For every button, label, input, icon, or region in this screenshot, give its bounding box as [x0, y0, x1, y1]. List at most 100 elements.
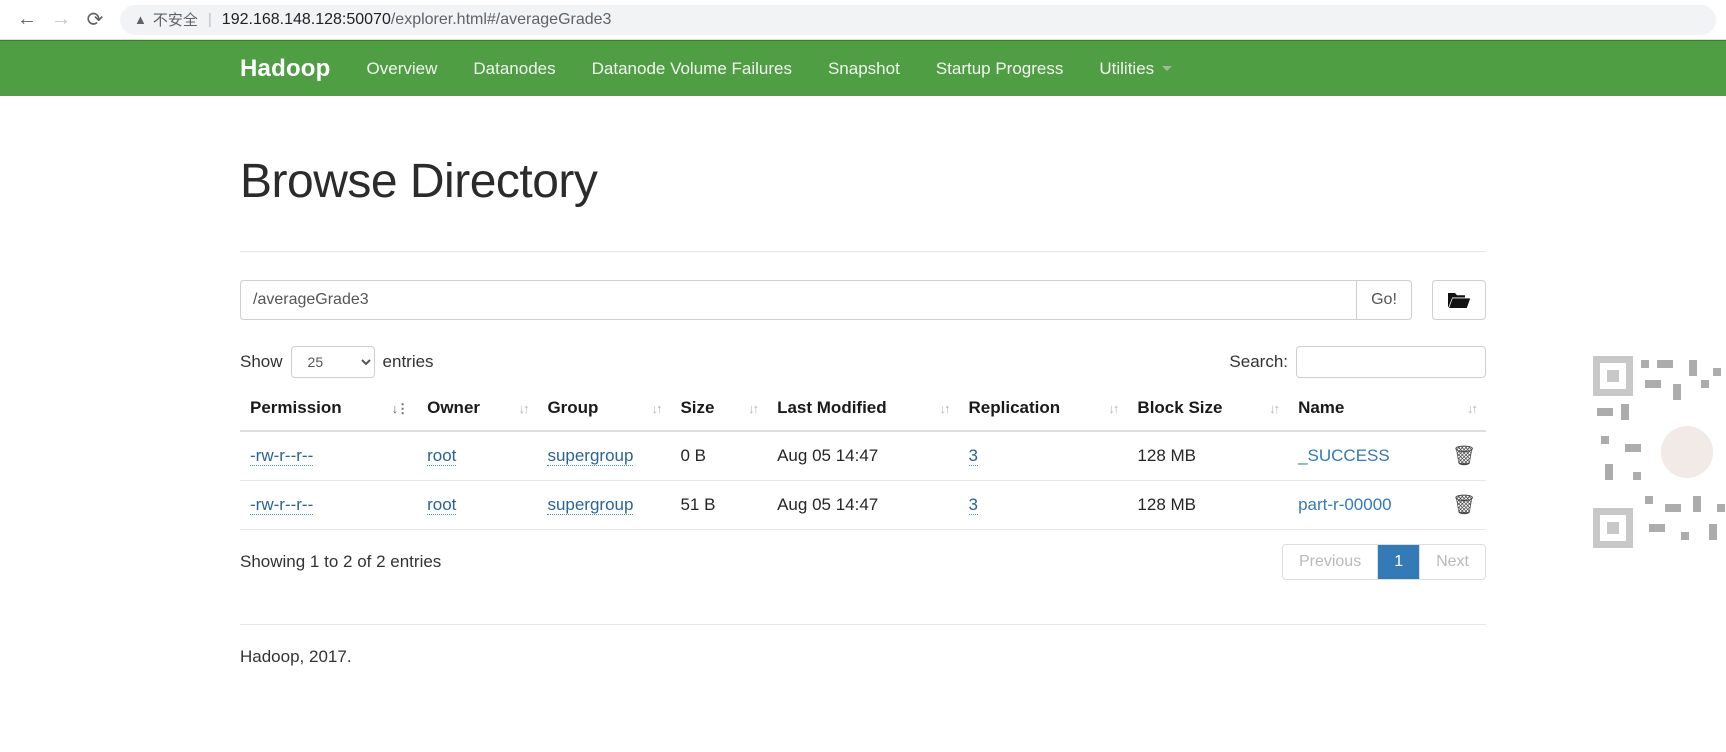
- security-status[interactable]: ▲ 不安全: [134, 9, 198, 30]
- address-bar[interactable]: ▲ 不安全 | 192.168.148.128:50070/explorer.h…: [120, 4, 1716, 35]
- cell-group: supergroup: [537, 431, 671, 481]
- nav-item-overview[interactable]: Overview: [349, 41, 456, 97]
- go-button[interactable]: Go!: [1356, 280, 1412, 320]
- sort-both-icon: ↓↑: [518, 400, 529, 416]
- nav-item-datanode-volume-failures[interactable]: Datanode Volume Failures: [574, 41, 810, 97]
- cell-name: _SUCCESS: [1288, 431, 1431, 481]
- trash-icon[interactable]: 🗑: [1452, 495, 1476, 516]
- trash-icon[interactable]: 🗑: [1452, 446, 1476, 467]
- table-row: -rw-r--r-- root supergroup 51 B Aug 05 1…: [240, 480, 1486, 530]
- path-toolbar: Go!: [240, 280, 1486, 320]
- qr-finder-icon: [1593, 508, 1633, 548]
- security-label: 不安全: [152, 12, 198, 29]
- sort-both-icon: ↓↑: [748, 400, 759, 416]
- title-divider: [240, 251, 1486, 252]
- column-label: Owner: [427, 398, 481, 417]
- search-label: Search:: [1229, 352, 1288, 371]
- nav-item-snapshot[interactable]: Snapshot: [810, 41, 918, 97]
- cell-last-modified: Aug 05 14:47: [767, 480, 959, 530]
- directory-path-input[interactable]: [240, 280, 1356, 320]
- nav-label: Overview: [366, 58, 438, 78]
- column-header-size[interactable]: Size ↓↑: [670, 392, 768, 432]
- nav-label: Snapshot: [827, 58, 900, 78]
- qr-avatar: [1661, 426, 1713, 478]
- page-length-control: Show 25 50 100 entries: [240, 346, 434, 378]
- table-header-row: Permission ↓⋮ Owner ↓↑ Group ↓↑ Size ↓↑ …: [240, 392, 1486, 432]
- column-header-owner[interactable]: Owner ↓↑: [417, 392, 538, 432]
- replication-link[interactable]: 3: [968, 446, 978, 466]
- page-length-select[interactable]: 25 50 100: [290, 346, 375, 378]
- pagination-page-1[interactable]: 1: [1378, 545, 1421, 579]
- column-header-group[interactable]: Group ↓↑: [537, 392, 671, 432]
- browser-chrome: ← → ⟳ ▲ 不安全 | 192.168.148.128:50070/expl…: [0, 0, 1726, 40]
- cell-size: 51 B: [670, 480, 768, 530]
- table-footer: Showing 1 to 2 of 2 entries Previous 1 N…: [240, 544, 1486, 580]
- hadoop-navbar: Hadoop Overview Datanodes Datanode Volum…: [0, 40, 1726, 96]
- cell-size: 0 B: [670, 431, 768, 481]
- column-header-last-modified[interactable]: Last Modified ↓↑: [767, 392, 959, 432]
- forward-icon[interactable]: →: [44, 3, 78, 37]
- nav-item-datanodes[interactable]: Datanodes: [455, 41, 573, 97]
- table-info: Showing 1 to 2 of 2 entries: [240, 552, 442, 571]
- file-name-link[interactable]: _SUCCESS: [1298, 446, 1390, 465]
- pagination: Previous 1 Next: [1281, 544, 1486, 580]
- owner-link[interactable]: root: [427, 495, 457, 515]
- pagination-next[interactable]: Next: [1420, 545, 1485, 579]
- cell-permission: -rw-r--r--: [240, 480, 418, 530]
- nav-label: Datanode Volume Failures: [591, 58, 792, 78]
- nav-item-startup-progress[interactable]: Startup Progress: [918, 41, 1082, 97]
- sort-both-icon: ↓↑: [1108, 400, 1119, 416]
- search-control: Search:: [1229, 346, 1486, 378]
- replication-link[interactable]: 3: [968, 495, 978, 515]
- permission-link[interactable]: -rw-r--r--: [250, 495, 314, 515]
- pagination-previous[interactable]: Previous: [1282, 545, 1379, 579]
- nav-item-utilities[interactable]: Utilities: [1081, 41, 1190, 97]
- cell-block-size: 128 MB: [1127, 431, 1289, 481]
- brand-hadoop[interactable]: Hadoop: [240, 55, 349, 83]
- table-body: -rw-r--r-- root supergroup 0 B Aug 05 14…: [240, 431, 1486, 530]
- back-icon[interactable]: ←: [10, 3, 44, 37]
- reload-icon[interactable]: ⟳: [78, 3, 112, 37]
- column-header-name[interactable]: Name ↓↑: [1288, 392, 1486, 432]
- table-head: Permission ↓⋮ Owner ↓↑ Group ↓↑ Size ↓↑ …: [240, 392, 1486, 432]
- column-label: Size: [680, 398, 715, 417]
- cell-delete: 🗑: [1430, 431, 1486, 481]
- omnibox-separator: |: [207, 11, 212, 28]
- search-input[interactable]: [1296, 346, 1486, 378]
- column-header-permission[interactable]: Permission ↓⋮: [240, 392, 418, 432]
- sort-both-icon: ↓↑: [1467, 400, 1478, 416]
- qr-finder-icon: [1593, 356, 1633, 396]
- show-label: Show: [240, 352, 283, 371]
- table-row: -rw-r--r-- root supergroup 0 B Aug 05 14…: [240, 431, 1486, 481]
- file-listing-table: Permission ↓⋮ Owner ↓↑ Group ↓↑ Size ↓↑ …: [240, 392, 1486, 530]
- cell-owner: root: [417, 431, 538, 481]
- url-host: 192.168.148.128:50070: [221, 10, 391, 28]
- file-name-link[interactable]: part-r-00000: [1298, 495, 1392, 514]
- group-link[interactable]: supergroup: [547, 446, 634, 466]
- cell-block-size: 128 MB: [1127, 480, 1289, 530]
- nav-label: Startup Progress: [935, 58, 1064, 78]
- group-link[interactable]: supergroup: [547, 495, 634, 515]
- owner-link[interactable]: root: [427, 446, 457, 466]
- qr-code-overlay: [1589, 352, 1726, 552]
- page-content: Browse Directory Go! Show 25 50 100 entr…: [0, 154, 1726, 667]
- sort-asc-icon: ↓⋮: [391, 400, 409, 416]
- browse-folder-button[interactable]: [1432, 280, 1486, 320]
- column-label: Replication: [968, 398, 1061, 417]
- cell-group: supergroup: [537, 480, 671, 530]
- cell-replication: 3: [958, 480, 1128, 530]
- warning-triangle-icon: ▲: [134, 12, 147, 27]
- cell-delete: 🗑: [1430, 480, 1486, 530]
- column-label: Group: [547, 398, 599, 417]
- sort-both-icon: ↓↑: [939, 400, 951, 416]
- permission-link[interactable]: -rw-r--r--: [250, 446, 314, 466]
- column-header-replication[interactable]: Replication ↓↑: [958, 392, 1128, 432]
- table-controls: Show 25 50 100 entries Search:: [240, 346, 1486, 378]
- column-header-block-size[interactable]: Block Size ↓↑: [1127, 392, 1289, 432]
- cell-last-modified: Aug 05 14:47: [767, 431, 959, 481]
- site-footer: Hadoop, 2017.: [240, 624, 1486, 667]
- path-input-group: Go!: [240, 280, 1412, 320]
- folder-open-icon: [1448, 293, 1471, 308]
- column-label: Name: [1298, 398, 1345, 417]
- sort-both-icon: ↓↑: [1269, 400, 1280, 416]
